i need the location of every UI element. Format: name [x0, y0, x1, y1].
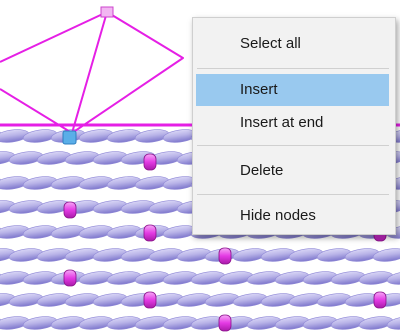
menu-item-hide-nodes[interactable]: Hide nodes — [196, 200, 389, 232]
weave-node[interactable] — [373, 291, 387, 309]
weave-node[interactable] — [218, 247, 232, 265]
weave-editor-canvas[interactable]: Select all Insert Insert at end Delete H… — [0, 0, 400, 335]
menu-item-select-all[interactable]: Select all — [196, 28, 389, 60]
weave-node[interactable] — [143, 153, 157, 171]
weave-node[interactable] — [63, 269, 77, 287]
control-point-top[interactable] — [100, 6, 114, 18]
menu-separator — [197, 194, 389, 195]
menu-item-delete[interactable]: Delete — [196, 155, 389, 187]
weave-node[interactable] — [63, 201, 77, 219]
weave-node[interactable] — [143, 291, 157, 309]
menu-item-insert-at-end[interactable]: Insert at end — [196, 107, 389, 139]
weave-node[interactable] — [143, 224, 157, 242]
yarn-segment — [372, 248, 400, 262]
menu-separator — [197, 68, 389, 69]
context-menu: Select all Insert Insert at end Delete H… — [192, 17, 396, 235]
control-polygon — [0, 11, 184, 134]
weave-node[interactable] — [218, 314, 232, 332]
menu-item-insert[interactable]: Insert — [196, 74, 389, 106]
menu-separator — [197, 145, 389, 146]
selected-node[interactable] — [62, 130, 77, 145]
